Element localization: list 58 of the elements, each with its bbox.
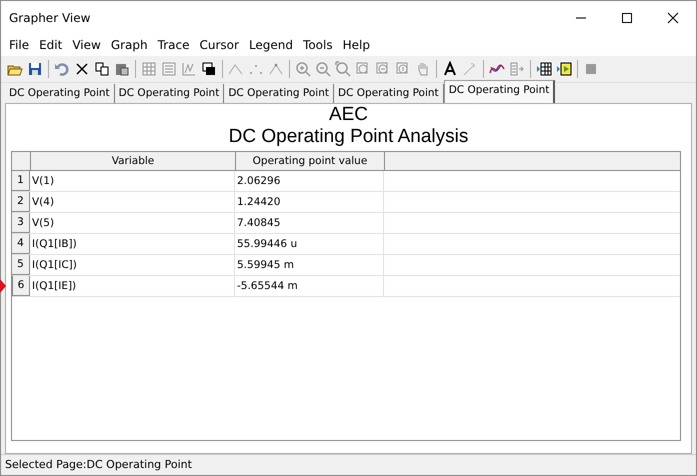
row-header[interactable]: 1 <box>12 171 30 191</box>
tab[interactable]: DC Operating Point <box>444 80 556 103</box>
copy-icon[interactable] <box>94 61 110 77</box>
table-row[interactable]: 5 I(Q1[IC]) 5.59945 m <box>12 255 680 276</box>
overlap-icon[interactable] <box>201 61 217 77</box>
menu-item[interactable]: Trace <box>154 38 194 52</box>
table-cell: I(Q1[IB]) <box>30 234 235 254</box>
window-title: Grapher View <box>9 10 92 24</box>
row-header[interactable]: 6 <box>12 276 30 296</box>
menu-item[interactable]: Edit <box>35 38 66 52</box>
table-cell: I(Q1[IC]) <box>30 255 235 275</box>
menu-item[interactable]: Graph <box>106 38 152 52</box>
table-row[interactable]: 2 V(4) 1.24420 <box>12 192 680 213</box>
row-header[interactable]: 3 <box>12 213 30 233</box>
table-cell: 1.24420 <box>235 192 384 212</box>
save-icon[interactable] <box>27 61 43 77</box>
menu-item[interactable]: Help <box>338 38 374 52</box>
grid-corner[interactable] <box>12 152 31 170</box>
table-cell: V(5) <box>30 213 235 233</box>
row-header[interactable]: 2 <box>12 192 30 212</box>
page-title: AEC <box>328 104 368 126</box>
page-subtitle: DC Operating Point Analysis <box>228 126 468 148</box>
table-icon[interactable] <box>536 61 552 77</box>
paste-icon[interactable] <box>114 61 130 77</box>
menu-item[interactable]: Cursor <box>195 38 243 52</box>
column-header[interactable]: Operating point value <box>236 152 385 170</box>
table-row[interactable]: 3 V(5) 7.40845 <box>12 213 680 234</box>
column-header[interactable]: Variable <box>31 152 236 170</box>
table-cell: 5.59945 m <box>235 255 384 275</box>
table-cell: 7.40845 <box>235 213 384 233</box>
table-cell: -5.65544 m <box>235 276 384 296</box>
table-row[interactable]: 6 I(Q1[IE]) -5.65544 m <box>12 276 680 297</box>
zoom-fit-icon[interactable] <box>335 61 351 77</box>
table-cell: 2.06296 <box>235 171 384 191</box>
text-icon[interactable] <box>442 61 458 77</box>
table-cell: V(1) <box>30 171 235 191</box>
menu-item[interactable]: Legend <box>244 38 298 52</box>
zoom-in-icon[interactable] <box>295 61 311 77</box>
list-icon[interactable] <box>161 61 177 77</box>
menu-item[interactable]: View <box>68 38 105 52</box>
stop-icon[interactable] <box>583 61 599 77</box>
zoom-out-icon[interactable] <box>315 61 331 77</box>
close-icon[interactable] <box>667 12 679 24</box>
row-header[interactable]: 5 <box>12 255 30 275</box>
delete-icon[interactable] <box>74 61 90 77</box>
status-text: Selected Page:DC Operating Point <box>1 454 696 475</box>
grid-icon[interactable] <box>141 61 157 77</box>
table-row[interactable]: 1 V(1) 2.06296 <box>12 171 680 192</box>
table-run-icon[interactable] <box>556 61 572 77</box>
menu-item[interactable]: Tools <box>299 38 337 52</box>
table-cell: I(Q1[IE]) <box>30 276 235 296</box>
table-cell: 55.99446 u <box>235 234 384 254</box>
line-dots-icon[interactable] <box>268 61 284 77</box>
table-cell: V(4) <box>30 192 235 212</box>
menu-item[interactable]: File <box>5 38 34 52</box>
table-row[interactable]: 4 I(Q1[IB]) 55.99446 u <box>12 234 680 255</box>
maximize-icon[interactable] <box>621 12 633 24</box>
row-header[interactable]: 4 <box>12 234 30 254</box>
